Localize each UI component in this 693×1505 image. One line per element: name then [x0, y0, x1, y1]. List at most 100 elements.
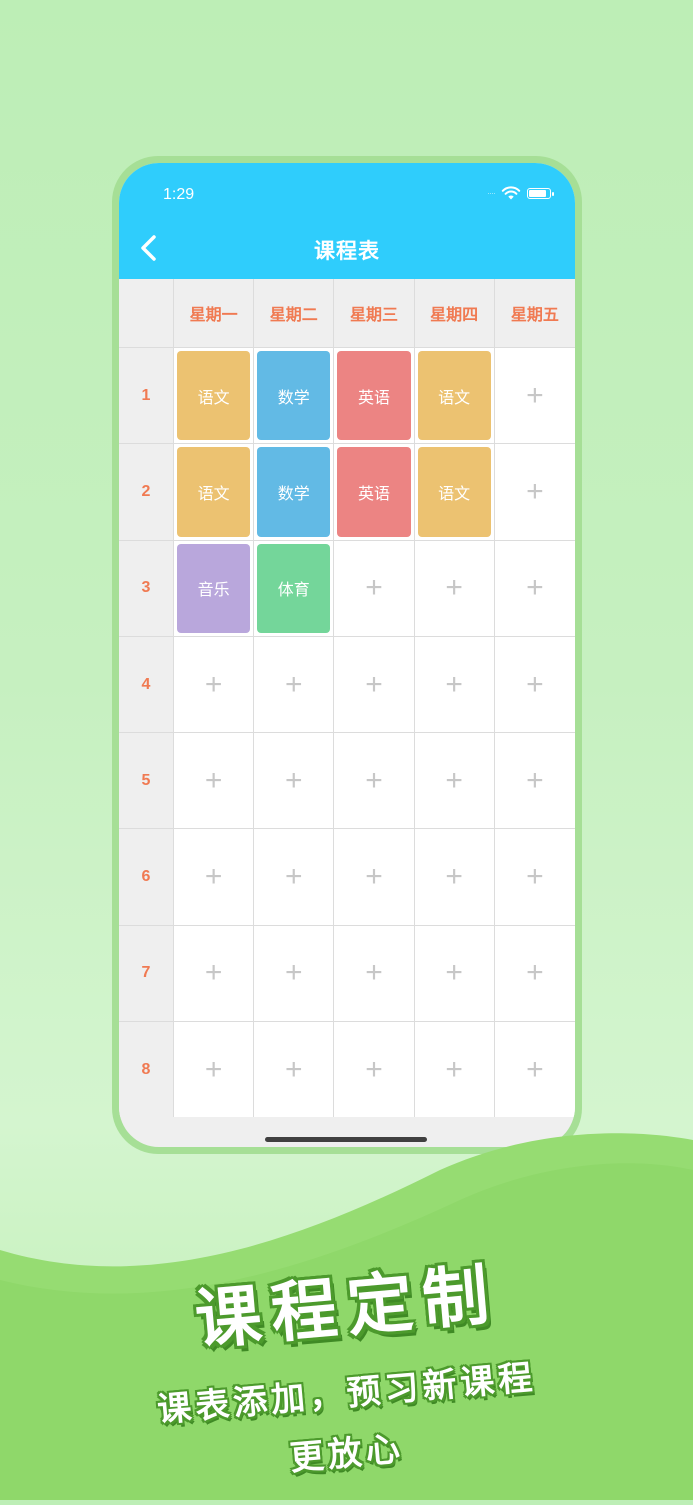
add-plus-icon: +: [445, 571, 463, 605]
add-plus-icon: +: [365, 667, 383, 701]
empty-cell[interactable]: +: [334, 829, 415, 925]
course-block: 英语: [337, 447, 411, 537]
wifi-icon: [501, 186, 521, 200]
empty-cell[interactable]: +: [254, 733, 335, 829]
course-block: 语文: [417, 447, 491, 537]
empty-cell[interactable]: +: [334, 1022, 415, 1118]
add-plus-icon: +: [204, 667, 223, 701]
course-cell[interactable]: 语文: [414, 348, 495, 444]
empty-cell[interactable]: +: [174, 925, 255, 1022]
add-plus-icon: +: [365, 571, 383, 605]
top-bar: 1:29 ···· 课程表: [119, 163, 575, 279]
empty-cell[interactable]: +: [414, 733, 495, 829]
add-plus-icon: +: [285, 1052, 303, 1086]
empty-cell[interactable]: +: [174, 829, 255, 925]
status-time: 1:29: [163, 186, 195, 203]
empty-cell[interactable]: +: [494, 540, 575, 636]
weekday-header-row: 星期一 星期二 星期三 星期四 星期五: [119, 279, 575, 347]
empty-cell[interactable]: +: [494, 348, 575, 444]
empty-cell[interactable]: +: [334, 540, 415, 636]
course-block: 音乐: [177, 543, 251, 633]
add-plus-icon: +: [365, 1052, 383, 1086]
empty-cell[interactable]: +: [414, 829, 495, 925]
period-number: 3: [119, 540, 174, 636]
weekday-header: 星期四: [415, 279, 495, 347]
add-plus-icon: +: [285, 956, 303, 990]
add-plus-icon: +: [526, 763, 544, 797]
course-block: 英语: [337, 351, 411, 441]
period-number: 4: [119, 636, 174, 733]
empty-cell[interactable]: +: [494, 444, 575, 540]
period-row: 3 音乐 体育 + + +: [119, 539, 575, 636]
course-block: 语文: [177, 351, 251, 441]
empty-cell[interactable]: +: [494, 925, 575, 1022]
empty-cell[interactable]: +: [494, 1022, 575, 1118]
empty-cell[interactable]: +: [254, 925, 335, 1022]
course-block: 语文: [417, 351, 491, 441]
phone-frame: 1:29 ···· 课程表 星期一 星期二 星期三 星期四 星期五 1 语文 数…: [112, 156, 582, 1154]
period-row: 4 + + + + +: [119, 635, 575, 733]
add-plus-icon: +: [365, 860, 383, 894]
course-cell[interactable]: 数学: [254, 444, 335, 540]
course-block: 体育: [257, 543, 331, 633]
period-number: 7: [119, 925, 174, 1022]
add-plus-icon: +: [365, 763, 383, 797]
add-plus-icon: +: [526, 474, 544, 508]
period-row: 1 语文 数学 英语 语文 +: [119, 347, 575, 444]
empty-cell[interactable]: +: [334, 636, 415, 733]
course-block: 数学: [257, 447, 331, 537]
period-row: 5 + + + + +: [119, 732, 575, 829]
empty-cell[interactable]: +: [254, 829, 335, 925]
status-icons: ····: [487, 185, 554, 201]
period-number: 2: [119, 444, 174, 540]
add-plus-icon: +: [526, 1052, 544, 1086]
course-block: 语文: [177, 447, 251, 537]
course-cell[interactable]: 音乐: [174, 540, 255, 636]
weekday-header: 星期一: [174, 279, 255, 347]
course-block: 数学: [257, 351, 331, 441]
course-cell[interactable]: 英语: [334, 444, 415, 540]
add-plus-icon: +: [285, 860, 303, 894]
period-row: 7 + + + + +: [119, 924, 575, 1022]
period-rows: 1 语文 数学 英语 语文 +2 语文 数学 英语 语文 +3 音乐 体育 + + +4 + + + + +5 + + + + +…: [119, 347, 575, 1118]
add-plus-icon: +: [526, 667, 544, 701]
add-plus-icon: +: [445, 860, 463, 894]
empty-cell[interactable]: +: [174, 733, 255, 829]
timetable-grid: 星期一 星期二 星期三 星期四 星期五 1 语文 数学 英语 语文 +2 语文 数学 英语 语文 +…: [119, 279, 575, 1118]
add-plus-icon: +: [445, 667, 463, 701]
empty-cell[interactable]: +: [414, 540, 495, 636]
weekday-header: 星期五: [510, 307, 559, 324]
empty-cell[interactable]: +: [174, 636, 255, 733]
empty-cell[interactable]: +: [494, 733, 575, 829]
course-cell[interactable]: 英语: [334, 348, 415, 444]
empty-cell[interactable]: +: [494, 829, 575, 925]
weekday-header: 星期三: [334, 279, 415, 347]
add-plus-icon: +: [526, 956, 544, 990]
period-row: 2 语文 数学 英语 语文 +: [119, 443, 575, 540]
course-cell[interactable]: 语文: [414, 444, 495, 540]
course-cell[interactable]: 体育: [254, 540, 335, 636]
empty-cell[interactable]: +: [414, 925, 495, 1022]
empty-cell[interactable]: +: [494, 636, 575, 733]
empty-cell[interactable]: +: [334, 733, 415, 829]
empty-cell[interactable]: +: [414, 1022, 495, 1118]
course-cell[interactable]: 数学: [254, 348, 335, 444]
signal-icon: ····: [487, 188, 496, 198]
add-plus-icon: +: [204, 956, 223, 990]
period-number: 6: [119, 829, 174, 925]
add-plus-icon: +: [526, 860, 544, 894]
period-row: 8 + + + + +: [119, 1021, 575, 1118]
empty-cell[interactable]: +: [174, 1022, 255, 1118]
empty-cell[interactable]: +: [254, 636, 335, 733]
empty-cell[interactable]: +: [334, 925, 415, 1022]
add-plus-icon: +: [204, 1052, 223, 1086]
period-number: 8: [119, 1022, 174, 1118]
battery-icon: [527, 187, 554, 199]
course-cell[interactable]: 语文: [174, 444, 255, 540]
period-number: 1: [119, 348, 174, 444]
course-cell[interactable]: 语文: [174, 348, 255, 444]
app-screen: 1:29 ···· 课程表 星期一 星期二 星期三 星期四 星期五 1 语文 数…: [119, 163, 575, 1147]
add-plus-icon: +: [445, 763, 463, 797]
empty-cell[interactable]: +: [414, 636, 495, 733]
empty-cell[interactable]: +: [254, 1022, 335, 1118]
